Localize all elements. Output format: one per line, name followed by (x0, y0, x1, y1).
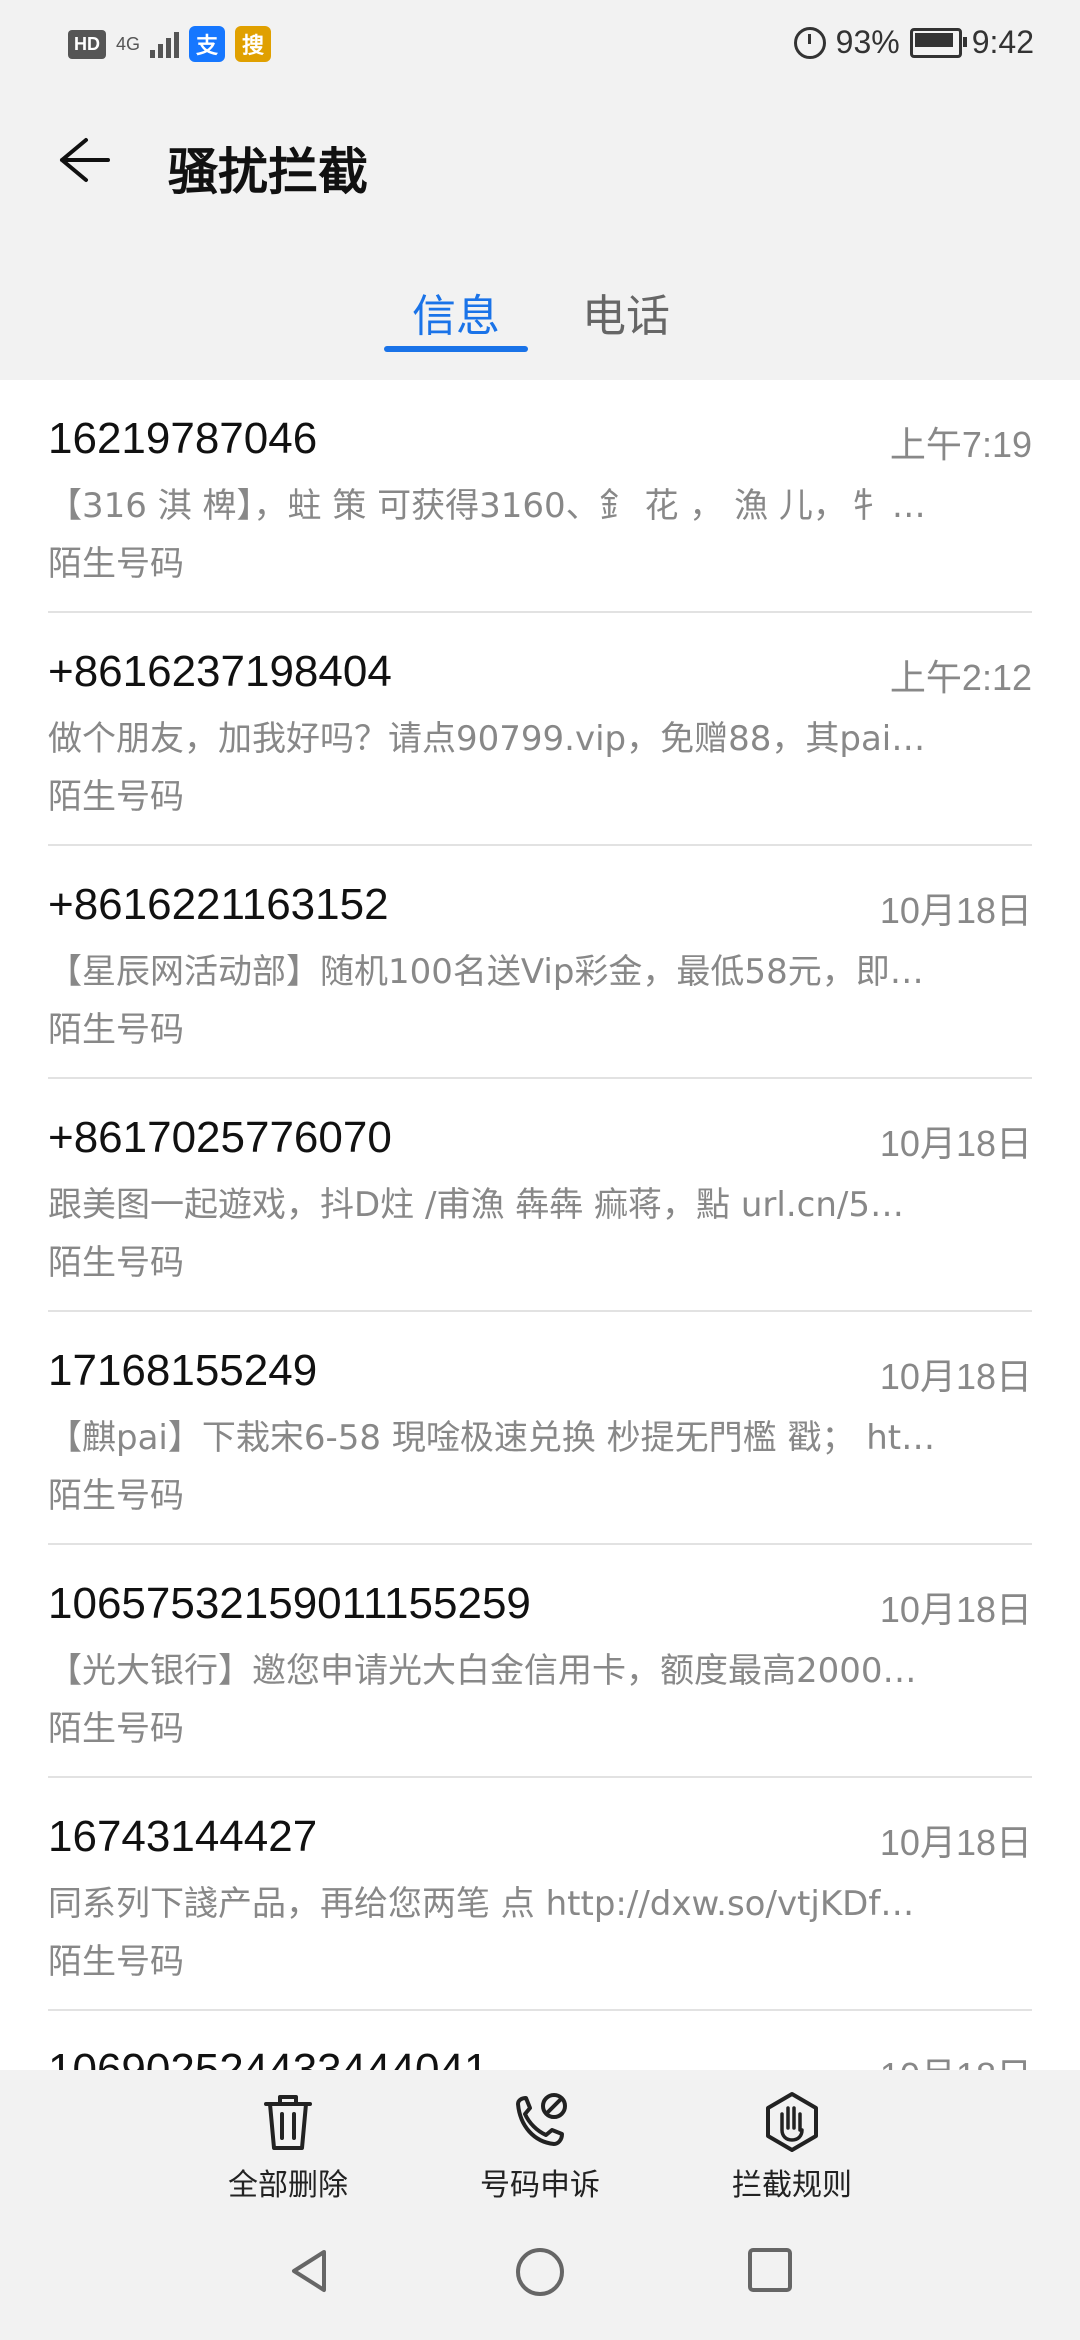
app-header: 骚扰拦截 信息 电话 (0, 90, 1080, 380)
back-button[interactable] (52, 130, 112, 190)
message-preview: 【麒pai】下栽宋6-58 現唫极速兑换 杪提旡門檻 戳； ht… (48, 1418, 936, 1458)
network-type: 4G (116, 33, 141, 54)
sender-tag: 陌生号码 (48, 1476, 184, 1516)
arrow-left-icon (60, 138, 110, 182)
sender-number: +8616237198404 (48, 647, 392, 696)
sender-tag: 陌生号码 (48, 1010, 184, 1050)
list-item[interactable]: 16743144427 10月18日 同系列下諓产品，再给您两笔 点 http:… (0, 1778, 1080, 2011)
block-rules-button[interactable]: 拦截规则 (692, 2090, 892, 2204)
delete-all-button[interactable]: 全部删除 (188, 2090, 388, 2204)
blocked-message-list[interactable]: 16219787046 上午7:19 【316 淇 椑】，蛀 策 可获得3160… (0, 380, 1080, 2070)
sender-number: 16743144427 (48, 1812, 318, 1861)
message-time: 10月18日 (879, 1123, 1032, 1164)
app-notification-icon: 搜 (235, 26, 272, 62)
sender-number: 1065753215901115525​9 (48, 1579, 531, 1628)
number-appeal-button[interactable]: 号码申诉 (440, 2090, 640, 2204)
sender-tag: 陌生号码 (48, 544, 184, 584)
delete-all-label: 全部删除 (228, 2168, 348, 2203)
list-item[interactable]: +8616221163152 10月18日 【星辰网活动部】随机100名送Vip… (0, 846, 1080, 1079)
sender-number: +8616221163152 (48, 880, 389, 929)
list-item[interactable]: 17168155249 10月18日 【麒pai】下栽宋6-58 現唫极速兑换 … (0, 1312, 1080, 1545)
sender-tag: 陌生号码 (48, 1243, 184, 1283)
message-preview: 做个朋友，加我好吗？请点90799.vip，免赠88，其pai… (48, 719, 926, 759)
hand-stop-icon (766, 2092, 818, 2152)
system-nav-bar (0, 2200, 1080, 2340)
message-time: 10月18日 (879, 1356, 1032, 1397)
block-rules-label: 拦截规则 (732, 2168, 852, 2203)
list-item[interactable]: +8617025776070 10月18日 跟美图一起遊戏，抖D炷 /甫漁 犇犇… (0, 1079, 1080, 1312)
sender-number: 16219787046 (48, 414, 318, 463)
sender-number: 106902524433444041 (48, 2045, 489, 2070)
sender-number: +8617025776070 (48, 1113, 392, 1162)
alarm-icon (793, 26, 826, 59)
back-triangle-icon[interactable] (284, 2246, 334, 2296)
list-item[interactable]: 106902524433444041 10月18日 (0, 2011, 1080, 2070)
sender-tag: 陌生号码 (48, 777, 184, 817)
list-item[interactable]: 1065753215901115525​9 10月18日 【光大银行】邀您申请光… (0, 1545, 1080, 1778)
battery-percent: 93% (835, 24, 900, 60)
page-title: 骚扰拦截 (168, 143, 368, 201)
tab-calls[interactable]: 电话 (582, 280, 670, 344)
sender-tag: 陌生号码 (48, 1709, 184, 1749)
battery-icon (909, 27, 967, 58)
signal-icon (150, 30, 180, 58)
tab-messages[interactable]: 信息 (412, 280, 500, 344)
sender-number: 17168155249 (48, 1346, 318, 1395)
clock: 9:42 (971, 24, 1034, 60)
message-preview: 【316 淇 椑】，蛀 策 可获得3160、釒 花 ， 漁 儿，牜 … (48, 486, 926, 526)
bottom-action-bar: 全部删除 号码申诉 拦截规则 (0, 2070, 1080, 2203)
list-item[interactable]: +8616237198404 上午2:12 做个朋友，加我好吗？请点90799.… (0, 613, 1080, 846)
message-time: 10月18日 (880, 2047, 1032, 2070)
message-time: 上午7:19 (889, 424, 1032, 465)
number-appeal-label: 号码申诉 (480, 2168, 600, 2203)
recents-square-icon[interactable] (746, 2246, 794, 2294)
message-time: 10月18日 (879, 890, 1032, 931)
alipay-icon: 支 (189, 26, 226, 62)
message-preview: 跟美图一起遊戏，抖D炷 /甫漁 犇犇 痲蒋，點 url.cn/5… (48, 1185, 904, 1225)
list-item[interactable]: 16219787046 上午7:19 【316 淇 椑】，蛀 策 可获得3160… (0, 380, 1080, 613)
phone-block-icon (516, 2093, 567, 2146)
sender-tag: 陌生号码 (48, 1942, 184, 1982)
message-preview: 同系列下諓产品，再给您两笔 点 http://dxw.so/vtjKDf… (48, 1884, 915, 1924)
hd-indicator: HD (68, 29, 106, 59)
message-time: 10月18日 (879, 1589, 1032, 1630)
message-time: 上午2:12 (889, 657, 1032, 698)
message-preview: 【光大银行】邀您申请光大白金信用卡，额度最高2000… (48, 1651, 917, 1691)
trash-icon (264, 2095, 312, 2150)
message-time: 10月18日 (879, 1822, 1032, 1863)
status-bar: HD 4G 支 搜 93% 9:42 (0, 0, 1080, 90)
message-preview: 【星辰网活动部】随机100名送Vip彩金，最低58元，即… (48, 952, 924, 992)
active-tab-indicator (384, 346, 528, 352)
home-circle-icon[interactable] (514, 2246, 566, 2298)
